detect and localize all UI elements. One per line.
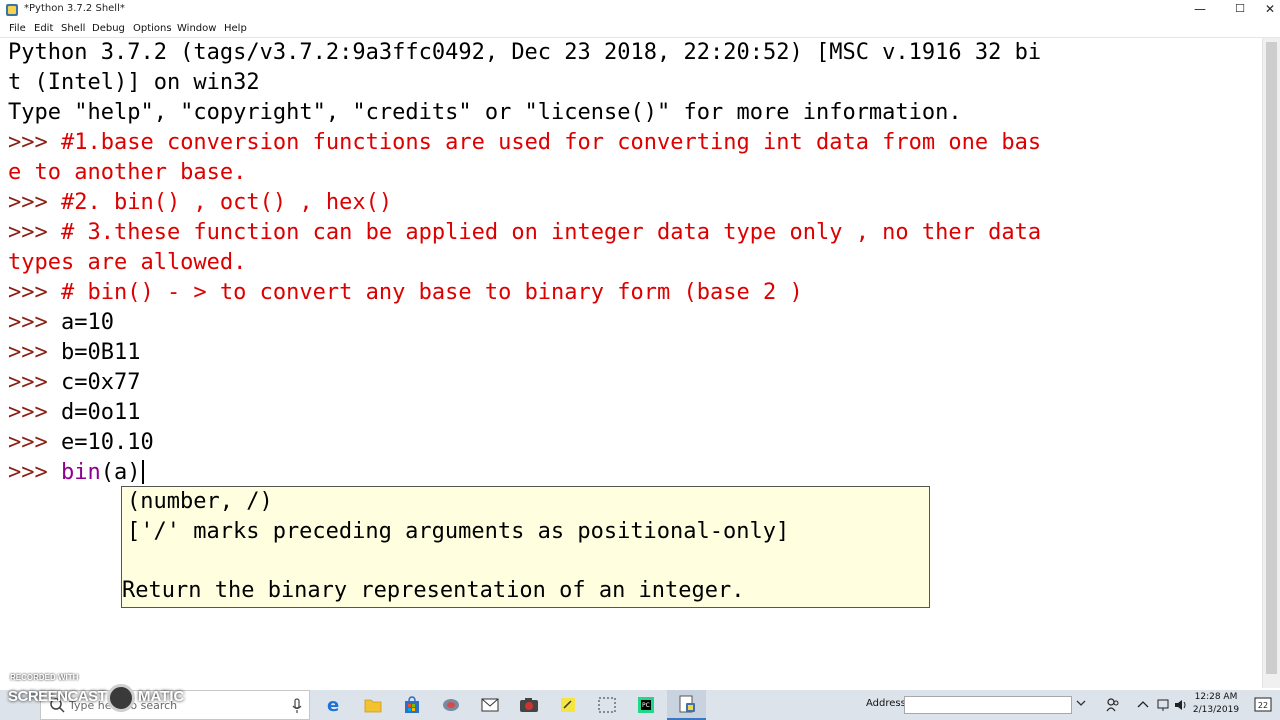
watermark-recorded-with: RECORDED WITH xyxy=(10,673,79,682)
menu-window[interactable]: Window xyxy=(177,23,216,34)
text-cursor xyxy=(142,460,145,484)
banner-line: Type "help", "copyright", "credits" or "… xyxy=(8,100,962,125)
menu-shell[interactable]: Shell xyxy=(61,23,85,34)
svg-text:PC: PC xyxy=(642,702,650,709)
prompt: >>> xyxy=(8,430,61,455)
menu-bar: File Edit Shell Debug Options Window Hel… xyxy=(0,20,1280,38)
camera-icon[interactable] xyxy=(509,690,548,720)
code-text: d=0o11 xyxy=(60,400,141,425)
system-clock[interactable]: 12:28 AM 2/13/2019 xyxy=(1190,691,1242,717)
shell-line: >>> #2. bin() , oct() , hex() xyxy=(8,188,392,218)
shell-line: >>> a=10 xyxy=(8,308,114,338)
window-title: *Python 3.7.2 Shell* xyxy=(24,3,125,14)
banner-line: Python 3.7.2 (tags/v3.7.2:9a3ffc0492, De… xyxy=(8,40,1042,65)
shell-line: e to another base. xyxy=(8,158,246,188)
sticky-notes-icon[interactable] xyxy=(548,690,587,720)
screencast-logo-icon xyxy=(107,684,135,712)
calltip-popup: (number, /) ['/' marks preceding argumen… xyxy=(121,486,930,608)
shell-line: types are allowed. xyxy=(8,248,246,278)
store-icon[interactable] xyxy=(392,690,431,720)
volume-icon[interactable] xyxy=(1174,697,1188,713)
code-text: c=0x77 xyxy=(60,370,141,395)
builtin-name: bin xyxy=(60,460,101,485)
code-text: b=0B11 xyxy=(60,340,141,365)
clock-date: 2/13/2019 xyxy=(1192,705,1240,715)
notification-icon[interactable]: 22 xyxy=(1254,696,1272,714)
prompt: >>> xyxy=(8,310,61,335)
comment-text: #2. bin() , oct() , hex() xyxy=(60,190,393,215)
file-explorer-icon[interactable] xyxy=(353,690,392,720)
code-text: e=10.10 xyxy=(60,430,154,455)
shell-line: >>> # bin() - > to convert any base to b… xyxy=(8,278,803,308)
watermark-screencast: SCREENCAST xyxy=(8,688,107,705)
svg-text:e: e xyxy=(327,696,339,714)
snipping-tool-icon[interactable] xyxy=(587,690,626,720)
address-label: Address xyxy=(866,698,906,709)
notification-count: 22 xyxy=(1258,701,1268,710)
calltip-doc: Return the binary representation of an i… xyxy=(122,578,745,603)
calltip-note: ['/' marks preceding arguments as positi… xyxy=(127,519,790,544)
taskbar: Type here to search e PC Address xyxy=(0,690,1280,720)
vertical-scrollbar[interactable] xyxy=(1262,38,1280,688)
comment-text: # 3.these function can be applied on int… xyxy=(60,220,1042,245)
code-text: a=10 xyxy=(60,310,114,335)
prompt: >>> xyxy=(8,400,61,425)
shell-line: >>> b=0B11 xyxy=(8,338,140,368)
address-go-icon[interactable] xyxy=(1074,696,1088,714)
address-input[interactable] xyxy=(904,696,1072,714)
shell-line: >>> e=10.10 xyxy=(8,428,154,458)
comment-text: types are allowed. xyxy=(8,250,247,275)
clock-time: 12:28 AM xyxy=(1194,692,1238,702)
microphone-icon[interactable] xyxy=(291,698,303,714)
menu-options[interactable]: Options xyxy=(133,23,172,34)
comment-text: # bin() - > to convert any base to binar… xyxy=(60,280,803,305)
shell-line: >>> # 3.these function can be applied on… xyxy=(8,218,1041,248)
menu-debug[interactable]: Debug xyxy=(92,23,125,34)
prompt: >>> xyxy=(8,460,61,485)
comment-text: e to another base. xyxy=(8,160,247,185)
watermark-matic: MATIC xyxy=(138,688,185,705)
menu-help[interactable]: Help xyxy=(224,23,247,34)
chevron-up-icon[interactable] xyxy=(1136,697,1150,713)
prompt: >>> xyxy=(8,280,61,305)
calltip-signature: (number, /) xyxy=(127,489,273,514)
network-icon[interactable] xyxy=(1156,697,1170,713)
shell-line: >>> d=0o11 xyxy=(8,398,140,428)
scrollbar-thumb[interactable] xyxy=(1266,42,1277,674)
menu-file[interactable]: File xyxy=(9,23,26,34)
banner-line: t (Intel)] on win32 xyxy=(8,70,260,95)
edge-icon[interactable]: e xyxy=(314,690,353,720)
title-bar: *Python 3.7.2 Shell* — ☐ ✕ xyxy=(0,0,1280,20)
comment-text: #1.base conversion functions are used fo… xyxy=(60,130,1042,155)
minimize-button[interactable]: — xyxy=(1180,0,1220,20)
app-icon[interactable] xyxy=(431,690,470,720)
people-icon[interactable] xyxy=(1106,697,1120,713)
menu-edit[interactable]: Edit xyxy=(34,23,53,34)
prompt: >>> xyxy=(8,370,61,395)
shell-line: >>> #1.base conversion functions are use… xyxy=(8,128,1041,158)
current-input-line[interactable]: >>> bin(a) xyxy=(8,458,145,488)
prompt: >>> xyxy=(8,220,61,245)
prompt: >>> xyxy=(8,190,61,215)
code-text: (a) xyxy=(100,460,141,485)
pycharm-icon[interactable]: PC xyxy=(626,690,665,720)
mail-icon[interactable] xyxy=(470,690,509,720)
idle-shell-taskbar-icon[interactable] xyxy=(667,690,706,720)
prompt: >>> xyxy=(8,340,61,365)
prompt: >>> xyxy=(8,130,61,155)
close-button[interactable]: ✕ xyxy=(1250,0,1280,20)
python-idle-icon xyxy=(6,4,18,16)
shell-line: >>> c=0x77 xyxy=(8,368,140,398)
